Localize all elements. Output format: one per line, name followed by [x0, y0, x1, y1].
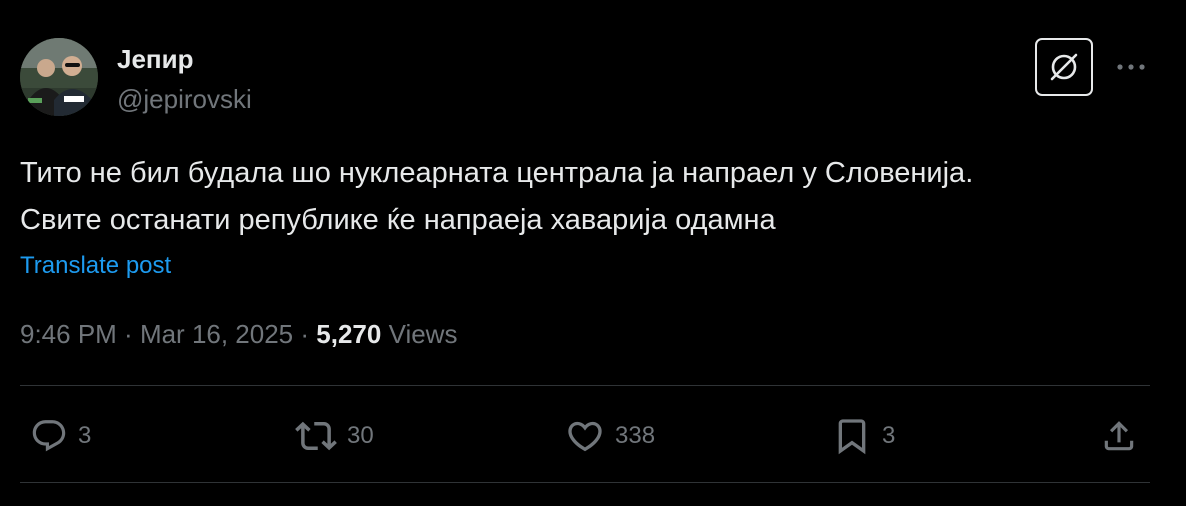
reply-count: 3: [78, 422, 92, 449]
views-label-spacer: [381, 319, 388, 349]
grok-button[interactable]: [1035, 38, 1093, 96]
tweet-text-line: Свите останати републике ќе напраеја хав…: [20, 204, 776, 236]
profile-photo: [20, 38, 98, 116]
divider: [20, 482, 1150, 483]
divider: [20, 385, 1150, 386]
more-icon: [1117, 64, 1145, 70]
repost-icon: [295, 421, 337, 451]
share-icon: [1104, 421, 1134, 451]
avatar[interactable]: [20, 38, 98, 116]
tweet-time[interactable]: 9:46 PM: [20, 319, 117, 349]
author-handle[interactable]: @jepirovski: [117, 84, 252, 114]
tweet-date[interactable]: Mar 16, 2025: [140, 319, 293, 349]
bookmark-count: 3: [882, 422, 896, 449]
repost-count: 30: [347, 422, 374, 449]
views-label[interactable]: Views: [389, 319, 458, 349]
grok-icon: [1050, 53, 1078, 81]
tweet-text: Тито не бил будала шо нуклеарната центра…: [20, 150, 1160, 244]
views-count[interactable]: 5,270: [316, 319, 381, 349]
tweet-meta: 9:46 PM · Mar 16, 2025 · 5,270 Views: [20, 318, 457, 350]
translate-post-link[interactable]: Translate post: [20, 252, 171, 280]
bookmark-icon: [838, 419, 866, 455]
meta-separator: ·: [293, 319, 317, 349]
reply-icon: [32, 420, 66, 452]
bookmark-button[interactable]: 3: [832, 414, 895, 458]
meta-separator: ·: [116, 319, 140, 349]
heart-icon: [568, 421, 602, 452]
repost-button[interactable]: 30: [295, 414, 374, 458]
share-button[interactable]: [1100, 414, 1138, 458]
like-count: 338: [615, 422, 656, 449]
more-button[interactable]: [1113, 52, 1149, 82]
author-name[interactable]: Јепир: [117, 44, 194, 74]
like-button[interactable]: 338: [565, 414, 655, 458]
reply-button[interactable]: 3: [30, 414, 91, 458]
tweet-text-line: Тито не бил будала шо нуклеарната центра…: [20, 157, 974, 189]
tweet: Јепир @jepirovski Тито не бил будала шо …: [0, 0, 1186, 506]
